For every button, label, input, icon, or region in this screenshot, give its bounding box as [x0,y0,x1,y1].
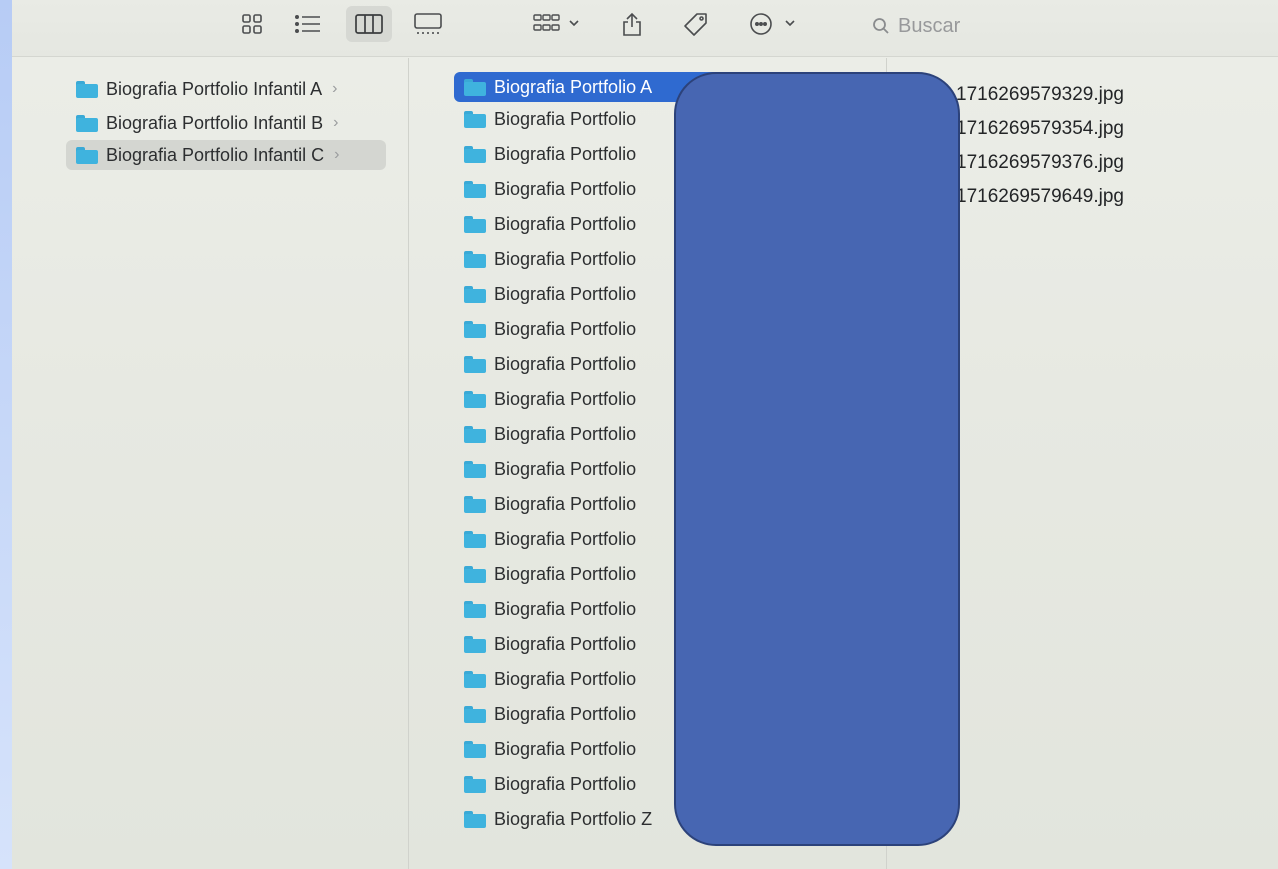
file-label: 1716269579354.jpg [956,118,1125,139]
folder-label: Biografia Portfolio A [494,76,653,97]
folder-label: Biografia Portfolio [494,668,637,689]
folder-row[interactable]: Biografia Portfolio Infantil A › [66,74,400,104]
folder-label: Biografia Portfolio Infantil C [106,144,325,165]
folder-icon [464,460,486,478]
more-actions-icon[interactable] [746,6,804,42]
folder-row[interactable]: Biografia Portfolio Infantil B › [66,108,400,138]
folder-label: Biografia Portfolio [494,703,637,724]
folder-label: Biografia Portfolio [494,283,637,304]
folder-icon [464,600,486,618]
file-row[interactable]: 1716269579649.jpg [932,182,1124,212]
toolbar: Buscar [12,0,1278,57]
folder-icon [464,145,486,163]
folder-icon [464,565,486,583]
folder-icon [464,635,486,653]
file-label: 1716269579329.jpg [956,84,1125,105]
file-row[interactable]: 1716269579376.jpg [932,148,1124,178]
chevron-right-icon: › [333,114,339,131]
chevron-right-icon: › [334,146,340,163]
folder-icon [464,670,486,688]
column-1: Biografia Portfolio Infantil A › Biograf… [32,58,409,869]
search-placeholder: Buscar [898,14,961,37]
folder-icon [464,250,486,268]
window-frame-edge [0,0,12,869]
folder-label: Biografia Portfolio Z [494,808,653,829]
folder-icon [464,78,486,96]
folder-row-selected[interactable]: Biografia Portfolio Infantil C › [66,140,386,170]
folder-icon [464,390,486,408]
tag-icon[interactable] [676,6,716,42]
folder-icon [464,810,486,828]
folder-label: Biografia Portfolio [494,108,637,129]
folder-icon [464,110,486,128]
folder-icon [464,775,486,793]
folder-icon [464,320,486,338]
folder-label: Biografia Portfolio Infantil B [106,112,324,133]
folder-label: Biografia Portfolio [494,353,637,374]
folder-icon [76,114,98,132]
folder-label: Biografia Portfolio [494,213,637,234]
folder-label: Biografia Portfolio [494,248,637,269]
folder-icon [76,146,98,164]
folder-label: Biografia Portfolio [494,598,637,619]
folder-icon [464,355,486,373]
folder-icon [464,530,486,548]
file-row[interactable]: 1716269579329.jpg [932,80,1124,110]
folder-label: Biografia Portfolio [494,493,637,514]
search-field[interactable]: Buscar [872,8,1172,44]
grid-view-icon[interactable] [234,6,270,42]
folder-label: Biografia Portfolio [494,143,637,164]
folder-label: Biografia Portfolio Infantil A [106,78,323,99]
folder-icon [464,285,486,303]
list-view-icon[interactable] [288,6,328,42]
folder-label: Biografia Portfolio [494,528,637,549]
folder-label: Biografia Portfolio [494,633,637,654]
folder-label: Biografia Portfolio [494,318,637,339]
group-by-icon[interactable] [526,6,590,42]
folder-icon [464,740,486,758]
folder-icon [464,495,486,513]
folder-label: Biografia Portfolio [494,563,637,584]
column-view-icon[interactable] [346,6,392,42]
folder-label: Biografia Portfolio [494,773,637,794]
gallery-view-icon[interactable] [408,6,448,42]
share-icon[interactable] [614,6,650,42]
folder-label: Biografia Portfolio [494,178,637,199]
folder-label: Biografia Portfolio [494,388,637,409]
column-browser: Biografia Portfolio Infantil A › Biograf… [12,58,1278,869]
finder-window: Buscar Biografia Portfolio Infantil A › … [12,0,1278,869]
folder-label: Biografia Portfolio [494,423,637,444]
folder-label: Biografia Portfolio [494,738,637,759]
file-label: 1716269579649.jpg [956,186,1125,207]
search-icon [873,18,889,34]
folder-icon [464,180,486,198]
folder-icon [464,215,486,233]
chevron-right-icon: › [332,80,338,97]
folder-icon [464,425,486,443]
folder-label: Biografia Portfolio [494,458,637,479]
file-label: 1716269579376.jpg [956,152,1125,173]
folder-icon [76,80,98,98]
folder-icon [464,705,486,723]
file-row[interactable]: 1716269579354.jpg [932,114,1124,144]
redaction-overlay [674,72,960,846]
